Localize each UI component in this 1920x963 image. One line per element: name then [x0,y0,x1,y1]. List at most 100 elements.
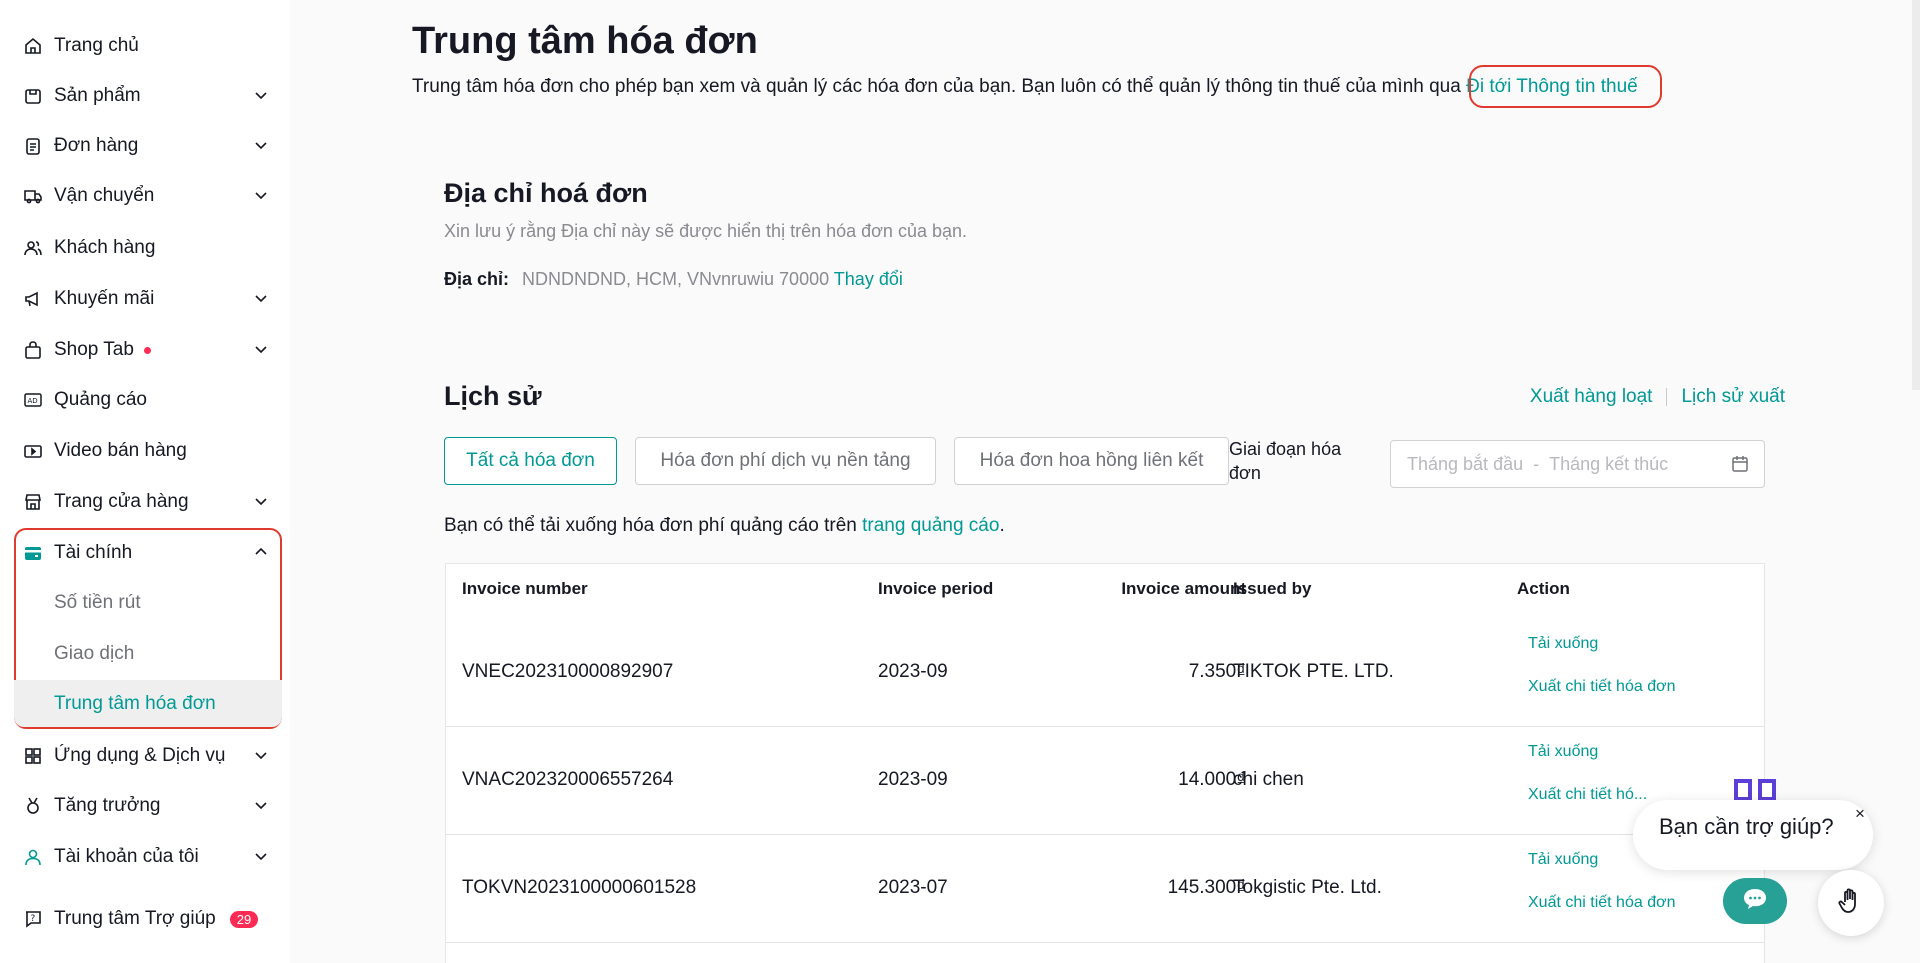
sidebar-item-label: Tăng trưởng [54,795,161,816]
column-header-invoice-amount: Invoice amount [1121,579,1246,598]
billing-address-line: Địa chỉ: NDNDNDND, HCM, VNvnruwiu 70000 … [444,269,903,290]
download-link[interactable]: Tải xuống [1528,635,1598,653]
invoice-period: 2023-09 [878,661,948,682]
chevron-down-icon [252,746,272,766]
help-assistant-button[interactable] [1818,870,1884,936]
page-title: Trung tâm hóa đơn [412,20,758,62]
sidebar-item-ads[interactable]: AD Quảng cáo [14,375,282,425]
sidebar-item-help-center[interactable]: ? Trung tâm Trợ giúp 29 [14,894,282,944]
sidebar-item-home[interactable]: Trang chủ [14,21,282,71]
column-header-invoice-period: Invoice period [878,579,994,598]
svg-text:AD: AD [28,397,38,405]
sidebar-subitem-withdrawals[interactable]: Số tiền rút [14,578,282,628]
sidebar-item-label: Khách hàng [54,237,156,258]
date-range-picker[interactable]: Tháng bắt đầu - Tháng kết thúc [1390,440,1765,488]
bulk-export-link[interactable]: Xuất hàng loạt [1530,386,1653,408]
table-row: VNEC202310000892907 2023-09 7.350₫ TIKTO… [446,619,1764,727]
storefront-icon [22,491,44,513]
chevron-down-icon [252,186,272,206]
sidebar-item-products[interactable]: Sản phẩm [14,71,282,121]
address-value: NDNDNDND, HCM, VNvnruwiu 70000 [522,269,830,289]
address-label: Địa chỉ: [444,269,510,289]
chevron-down-icon [252,340,272,360]
hand-wave-icon [1836,886,1866,921]
sidebar-item-label: Tài chính [54,542,133,563]
chat-button[interactable] [1723,878,1787,924]
export-history-link[interactable]: Lịch sử xuất [1681,386,1785,408]
invoice-amount: 145.300₫ [1167,877,1246,898]
download-link[interactable]: Tải xuống [1528,851,1598,869]
ads-note-suffix: . [999,515,1005,536]
sidebar-item-customers[interactable]: Khách hàng [14,223,282,273]
invoice-amount: 14.000₫ [1178,769,1246,790]
help-count-badge: 29 [229,910,259,928]
calendar-icon[interactable] [1730,454,1750,474]
export-detail-link[interactable]: Xuất chi tiết hóa đơn [1528,894,1675,912]
invoice-issuer: chi chen [1233,769,1304,790]
sidebar-item-apps[interactable]: Ứng dụng & Dịch vụ [14,731,282,781]
invoice-amount: 7.350₫ [1188,661,1246,682]
wallet-icon [22,542,44,564]
scrollbar[interactable] [1912,0,1920,390]
invoice-number: VNEC202310000892907 [462,661,674,682]
ad-icon: AD [22,389,44,411]
tab-platform-fee-invoices[interactable]: Hóa đơn phí dịch vụ nền tảng [635,437,936,485]
end-month-input[interactable]: Tháng kết thúc [1549,454,1668,475]
column-header-issued-by: Issued by [1233,579,1312,598]
sidebar-item-storefront[interactable]: Trang cửa hàng [14,477,282,527]
page-description: Trung tâm hóa đơn cho phép bạn xem và qu… [412,76,1638,98]
invoice-period: 2023-07 [878,877,948,898]
home-icon [22,35,44,57]
notification-dot [143,346,151,354]
sidebar-item-my-account[interactable]: Tài khoản của tôi [14,832,282,882]
chevron-down-icon [252,492,272,512]
sidebar-item-label: Sản phẩm [54,85,141,106]
sidebar-item-label: Trang cửa hàng [54,491,189,512]
sidebar-item-label: Quảng cáo [54,389,147,410]
sidebar-item-label: Trang chủ [54,35,139,56]
invoice-number: TOKVN2023100000601528 [462,877,697,898]
export-detail-link[interactable]: Xuất chi tiết hóa đơn [1528,678,1675,696]
sidebar-item-label: Vận chuyển [54,185,155,206]
sidebar-subitem-invoice-center[interactable]: Trung tâm hóa đơn [14,680,282,727]
help-prompt-text: Bạn cần trợ giúp? [1659,814,1834,839]
sidebar-item-shop-tab[interactable]: Shop Tab [14,325,282,375]
sidebar-item-label: Khuyến mãi [54,288,155,309]
truck-icon [22,185,44,207]
chevron-down-icon [252,289,272,309]
sidebar-item-label: Tài khoản của tôi [54,846,199,867]
download-link[interactable]: Tải xuống [1528,743,1598,761]
ads-page-link[interactable]: trang quảng cáo [862,515,999,536]
start-month-input[interactable]: Tháng bắt đầu [1407,454,1523,475]
overlay-icon [1734,779,1776,801]
shop-bag-icon [22,339,44,361]
ads-note-prefix: Bạn có thể tải xuống hóa đơn phí quảng c… [444,515,863,536]
column-header-action: Action [1517,579,1570,598]
sidebar-item-promotions[interactable]: Khuyến mãi [14,274,282,324]
sidebar-item-label: Trung tâm Trợ giúp [54,908,216,929]
sidebar: Trang chủ Sản phẩm Đơn hàng Vận chuyển K… [0,0,290,963]
column-header-invoice-number: Invoice number [462,579,588,598]
page-description-text: Trung tâm hóa đơn cho phép bạn xem và qu… [412,76,1461,97]
export-detail-link[interactable]: Xuất chi tiết hó... [1528,786,1647,804]
sidebar-subitem-transactions[interactable]: Giao dịch [14,629,282,679]
chat-bubble-icon [1742,887,1768,916]
invoice-number: VNAC202320006557264 [462,769,674,790]
divider [1666,388,1668,406]
table-row: VNAC202320006557264 2023-09 14.000₫ chi … [446,727,1764,835]
sidebar-item-video[interactable]: Video bán hàng [14,426,282,476]
tab-all-invoices[interactable]: Tất cả hóa đơn [444,437,617,485]
invoice-issuer: Tokgistic Pte. Ltd. [1233,877,1382,898]
sidebar-item-finance[interactable]: Tài chính [14,528,282,578]
sidebar-item-growth[interactable]: Tăng trưởng [14,781,282,831]
tab-affiliate-commission-invoices[interactable]: Hóa đơn hoa hồng liên kết [954,437,1229,485]
close-icon[interactable]: × [1855,804,1865,824]
growth-medal-icon [22,795,44,817]
sidebar-item-orders[interactable]: Đơn hàng [14,121,282,171]
sidebar-item-label: Shop Tab [54,339,134,360]
ads-invoice-note: Bạn có thể tải xuống hóa đơn phí quảng c… [444,515,1005,537]
table-row: TOKVN2023100000601528 2023-07 145.300₫ T… [446,835,1764,943]
sidebar-item-label: Đơn hàng [54,135,139,156]
change-address-link[interactable]: Thay đổi [834,269,903,289]
sidebar-item-shipping[interactable]: Vận chuyển [14,171,282,221]
